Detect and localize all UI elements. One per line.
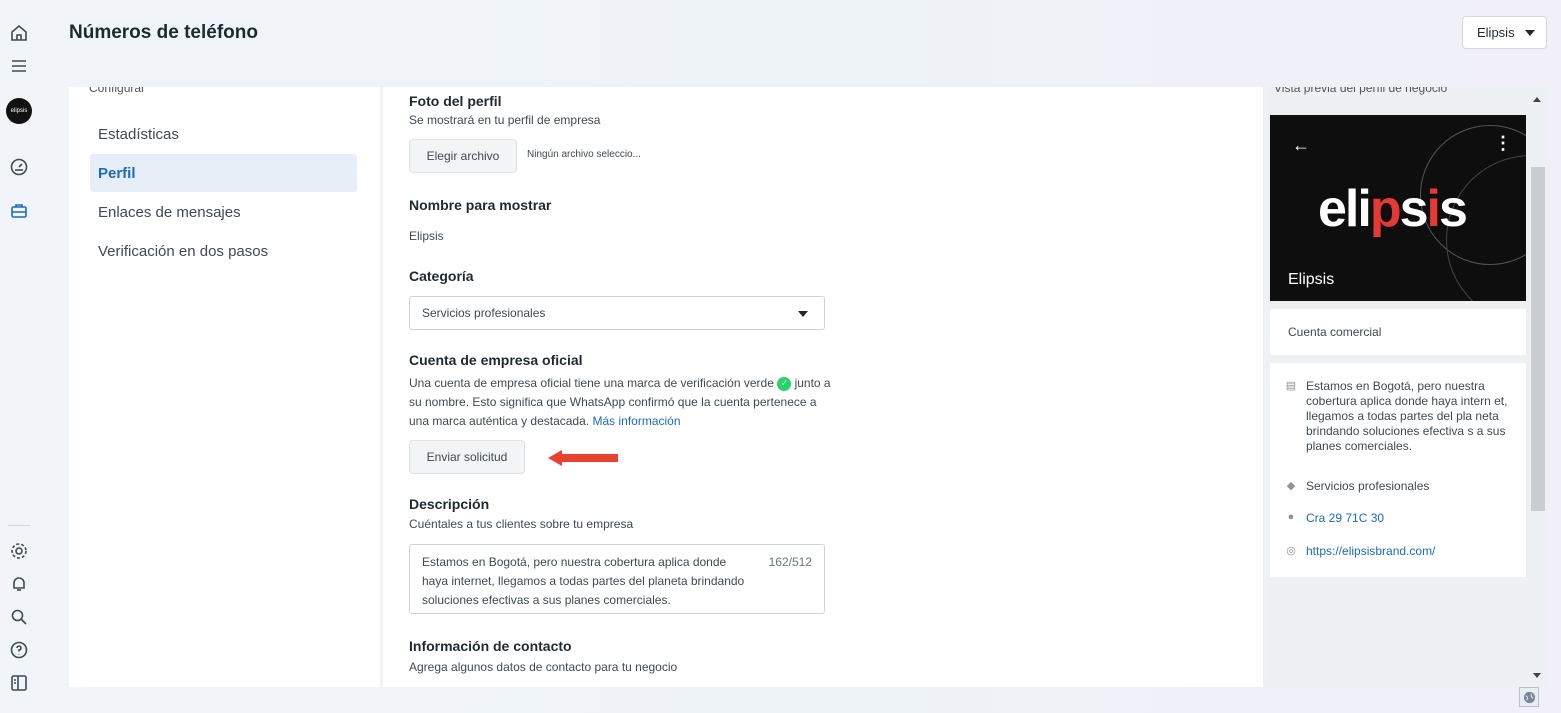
contact-title: Información de contacto (409, 638, 572, 654)
choose-file-button[interactable]: Elegir archivo (409, 139, 517, 173)
nav-item-label: Estadísticas (98, 125, 179, 143)
official-account-title: Cuenta de empresa oficial (409, 352, 583, 368)
detail-text: https://elipsisbrand.com/ (1306, 544, 1436, 558)
more-info-link[interactable]: Más información (592, 414, 680, 428)
logo-part: s (1399, 180, 1429, 238)
official-account-text: Una cuenta de empresa oficial tiene una … (409, 374, 839, 431)
verified-check-icon: ✓ (777, 376, 792, 391)
settings-icon[interactable] (8, 540, 30, 562)
caret-down-icon (1524, 29, 1535, 36)
detail-text: Estamos en Bogotá, pero nuestra cobertur… (1306, 379, 1508, 453)
detail-category: ◆ Servicios profesionales (1284, 479, 1516, 494)
red-arrow-annotation (548, 450, 618, 466)
account-name: Elipsis (1477, 25, 1515, 40)
help-icon[interactable] (8, 639, 30, 661)
detail-text: Cra 29 71C 30 (1306, 511, 1385, 525)
preview-heading: Vista previa del perfil de negocio (1274, 87, 1448, 95)
account-type: Cuenta comercial (1288, 325, 1382, 339)
language-globe-icon[interactable] (1519, 687, 1539, 707)
left-rail: elipsis (0, 0, 40, 713)
scroll-down-icon[interactable] (1533, 673, 1541, 678)
nav-item-label: Verificación en dos pasos (98, 242, 269, 260)
logo-part: i (1426, 180, 1442, 238)
account-type-card: Cuenta comercial (1270, 309, 1526, 355)
file-status: Ningún archivo seleccio... (527, 149, 641, 160)
nav-item-message-links[interactable]: Enlaces de mensajes (90, 193, 357, 231)
sidebar-toggle-icon[interactable] (8, 672, 30, 694)
description-counter: 162/512 (768, 555, 812, 569)
nav-item-profile[interactable]: Perfil (90, 154, 357, 192)
preview-business-name: Elipsis (1288, 271, 1335, 288)
scroll-up-icon[interactable] (1533, 97, 1541, 102)
send-request-button[interactable]: Enviar solicitud (409, 440, 525, 474)
rail-divider (8, 525, 30, 526)
logo-part: eli (1318, 180, 1372, 238)
profile-form: Foto del perfil Se mostrará en tu perfil… (383, 87, 1263, 687)
page-title: Números de teléfono (69, 22, 258, 43)
account-selector[interactable]: Elipsis (1462, 16, 1547, 49)
logo-part: p (1369, 180, 1402, 238)
detail-text: Servicios profesionales (1306, 479, 1430, 493)
globe-icon: ◎ (1286, 545, 1296, 557)
detail-website[interactable]: ◎ https://elipsisbrand.com/ (1284, 544, 1516, 559)
photo-title: Foto del perfil (409, 93, 502, 109)
nav-item-label: Enlaces de mensajes (98, 203, 241, 221)
description-title: Descripción (409, 496, 490, 512)
settings-nav: Configurar Estadísticas Perfil Enlaces d… (69, 87, 380, 687)
display-name-title: Nombre para mostrar (409, 197, 552, 213)
speedometer-icon[interactable] (8, 156, 30, 178)
description-value: Estamos en Bogotá, pero nuestra cobertur… (422, 555, 745, 607)
back-arrow-icon: ← (1292, 135, 1310, 155)
details-card: ▤ Estamos en Bogotá, pero nuestra cobert… (1270, 363, 1526, 577)
profile-preview: Vista previa del perfil de negocio ← ⋮ e… (1266, 87, 1548, 687)
caret-down-icon (798, 311, 808, 317)
description-textarea[interactable]: Estamos en Bogotá, pero nuestra cobertur… (409, 544, 825, 614)
more-options-icon: ⋮ (1494, 133, 1512, 153)
category-selected: Servicios profesionales (422, 306, 546, 320)
nav-section-title: Configurar (89, 87, 146, 95)
display-name-value: Elipsis (409, 229, 444, 243)
description-subtitle: Cuéntales a tus clientes sobre tu empres… (409, 517, 634, 531)
preview-cover: ← ⋮ elipsis Elipsis (1270, 115, 1526, 301)
contact-subtitle: Agrega algunos datos de contacto para tu… (409, 660, 678, 674)
home-icon[interactable] (8, 22, 30, 44)
search-icon[interactable] (8, 606, 30, 628)
official-text-1: Una cuenta de empresa oficial tiene una … (409, 376, 774, 390)
location-icon: ● (1287, 511, 1295, 523)
scrollbar-thumb[interactable] (1531, 167, 1545, 511)
bell-icon[interactable] (8, 573, 30, 595)
briefcase-icon[interactable] (8, 200, 30, 222)
category-title: Categoría (409, 268, 474, 284)
avatar-label: elipsis (10, 108, 28, 114)
detail-description: ▤ Estamos en Bogotá, pero nuestra cobert… (1284, 379, 1516, 454)
menu-icon[interactable] (8, 55, 30, 77)
nav-item-statistics[interactable]: Estadísticas (90, 115, 357, 153)
preview-scrollbar[interactable] (1528, 87, 1545, 687)
photo-subtitle: Se mostrará en tu perfil de empresa (409, 113, 601, 127)
detail-address[interactable]: ● Cra 29 71C 30 (1284, 511, 1516, 526)
nav-item-label: Perfil (98, 164, 136, 182)
category-select[interactable]: Servicios profesionales (409, 296, 825, 330)
store-icon: ▤ (1285, 380, 1297, 392)
business-avatar[interactable]: elipsis (6, 98, 32, 124)
brand-logo: elipsis (1318, 179, 1468, 239)
tag-icon: ◆ (1286, 480, 1296, 492)
logo-part: s (1438, 180, 1468, 238)
nav-item-two-step[interactable]: Verificación en dos pasos (90, 232, 357, 270)
